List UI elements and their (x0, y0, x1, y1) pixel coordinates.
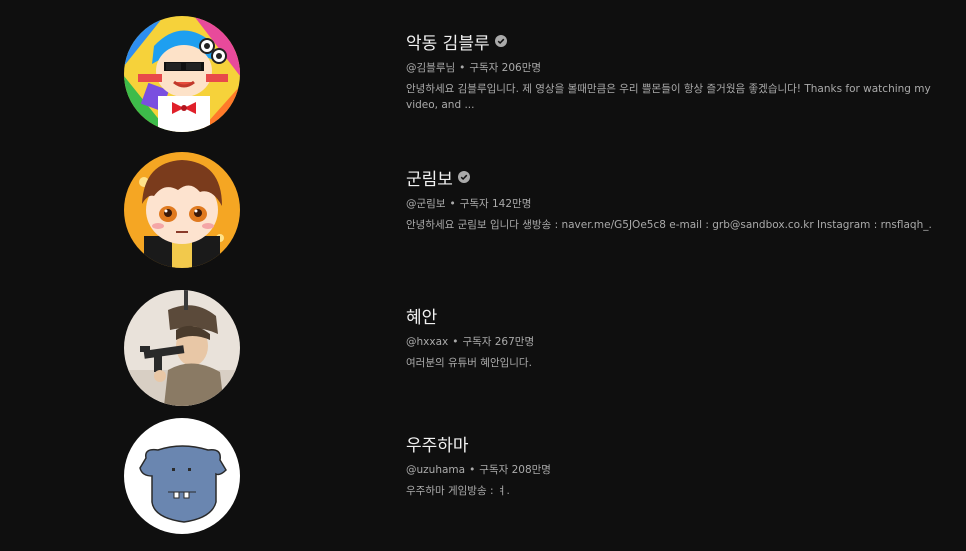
subscriber-count: 구독자 206만명 (469, 62, 542, 74)
meta-separator: • (469, 464, 476, 476)
channel-meta: @hxxax • 구독자 267만명 (406, 334, 956, 349)
channel-handle: @hxxax (406, 336, 449, 348)
avatar-image (124, 152, 240, 268)
channel-info: 악동 김블루 @김블루님 • 구독자 206만명 안녕하세요 김블루입니다. 제 영… (406, 28, 956, 113)
channel-info: 우주하마 @uzuhama • 구독자 208만명 우주하마 게임방송 : ㅕ. (406, 430, 956, 499)
subscriber-count: 구독자 208만명 (479, 464, 551, 476)
channel-handle: @김블루님 (406, 62, 456, 74)
subscriber-count: 구독자 267만명 (462, 336, 535, 348)
channel-info: 혜안 @hxxax • 구독자 267만명 여러분의 유튜버 혜안입니다. (406, 302, 956, 371)
meta-separator: • (459, 62, 466, 74)
verified-badge-icon (457, 171, 470, 183)
channel-name[interactable]: 혜안 (406, 303, 437, 328)
channel-avatar[interactable] (124, 290, 240, 406)
channel-description: 안녕하세요 김블루입니다. 제 영상을 볼때만큼은 우리 쁠몬들이 항상 즐거웠… (406, 83, 931, 111)
channel-description: 여러분의 유튜버 혜안입니다. (406, 357, 532, 369)
avatar-image (124, 16, 240, 132)
subscriber-count: 구독자 142만명 (459, 198, 532, 210)
channel-result-3: 혜안 @hxxax • 구독자 267만명 여러분의 유튜버 혜안입니다. (0, 290, 966, 420)
channel-meta: @uzuhama • 구독자 208만명 (406, 462, 956, 477)
channel-name[interactable]: 악동 김블루 (406, 29, 490, 54)
channel-meta: @김블루님 • 구독자 206만명 (406, 60, 956, 75)
channel-avatar[interactable] (124, 16, 240, 132)
channel-name[interactable]: 우주하마 (406, 431, 469, 456)
channel-meta: @군림보 • 구독자 142만명 (406, 196, 956, 211)
meta-separator: • (449, 198, 456, 210)
verified-badge-icon (494, 35, 507, 47)
channel-avatar[interactable] (124, 418, 240, 534)
channel-description: 안녕하세요 군림보 입니다 생방송 : naver.me/G5JOe5c8 e-… (406, 219, 932, 231)
channel-description: 우주하마 게임방송 : ㅕ. (406, 485, 510, 497)
channel-result-1: 악동 김블루 @김블루님 • 구독자 206만명 안녕하세요 김블루입니다. 제 영… (0, 16, 966, 146)
avatar-image (124, 290, 240, 406)
channel-avatar[interactable] (124, 152, 240, 268)
channel-info: 군림보 @군림보 • 구독자 142만명 안녕하세요 군림보 입니다 생방송 : n… (406, 164, 956, 233)
channel-result-2: 군림보 @군림보 • 구독자 142만명 안녕하세요 군림보 입니다 생방송 : n… (0, 152, 966, 282)
avatar-image (124, 418, 240, 534)
channel-handle: @uzuhama (406, 464, 466, 476)
channel-result-4: 우주하마 @uzuhama • 구독자 208만명 우주하마 게임방송 : ㅕ. (0, 418, 966, 548)
channel-handle: @군림보 (406, 198, 446, 210)
channel-name[interactable]: 군림보 (406, 165, 453, 190)
meta-separator: • (452, 336, 459, 348)
